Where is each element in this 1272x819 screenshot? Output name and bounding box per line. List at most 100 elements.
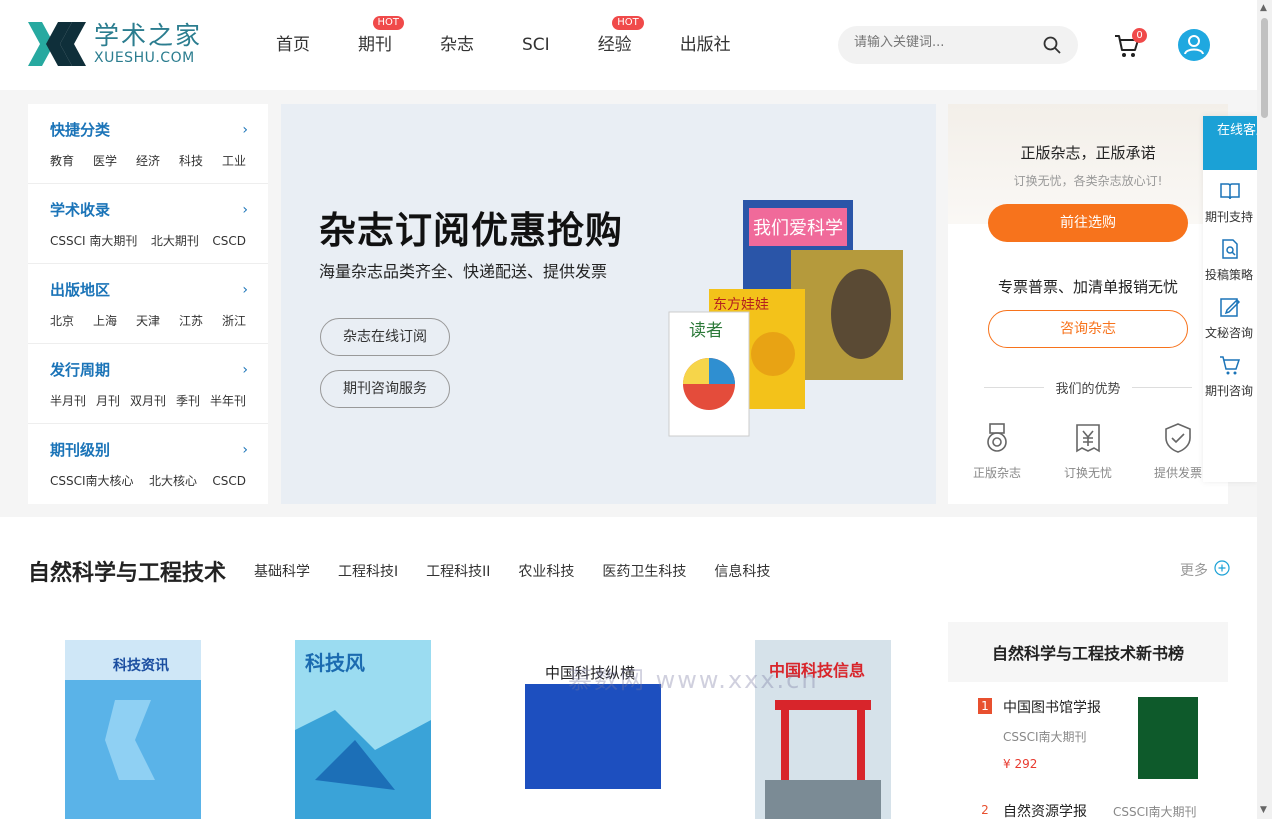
- section-tab[interactable]: 农业科技: [518, 561, 574, 581]
- service-item[interactable]: 投稿策略: [1203, 228, 1257, 286]
- section-tab[interactable]: 医药卫生科技: [602, 561, 686, 581]
- category-group: 快捷分类 › 教育 医学 经济 科技 工业: [28, 104, 268, 184]
- new-books-ranking: 自然科学与工程技术新书榜 1 中国图书馆学报 CSSCI南大期刊 ¥ 292 2…: [948, 622, 1228, 819]
- cart-count-badge: 0: [1132, 28, 1147, 43]
- book-open-icon: [1220, 183, 1240, 200]
- online-service-float[interactable]: 在线客服 期刊支持 投稿策略 文秘咨询 期刊咨询: [1203, 116, 1257, 482]
- journal-consult-button[interactable]: 期刊咨询服务: [320, 370, 450, 408]
- category-title[interactable]: 快捷分类: [50, 120, 246, 140]
- service-item[interactable]: 期刊支持: [1203, 170, 1257, 228]
- rank-journal-name[interactable]: 中国图书馆学报: [1003, 697, 1101, 717]
- nav-label: 杂志: [440, 35, 474, 55]
- logo-en-text: XUESHU.COM: [94, 50, 195, 66]
- chevron-right-icon[interactable]: ›: [242, 362, 248, 378]
- chevron-right-icon[interactable]: ›: [242, 442, 248, 458]
- shield-check-icon: [1165, 423, 1191, 453]
- category-link[interactable]: 江苏: [179, 312, 203, 330]
- category-link[interactable]: CSCD: [212, 472, 246, 490]
- more-link[interactable]: 更多: [1180, 560, 1208, 580]
- service-head: 在线客服: [1203, 116, 1257, 170]
- category-link[interactable]: CSCD: [212, 232, 246, 250]
- rank-cover-image[interactable]: [1138, 697, 1198, 779]
- category-link[interactable]: 科技: [179, 152, 203, 170]
- scroll-down-icon[interactable]: ▼: [1260, 805, 1267, 815]
- chevron-right-icon[interactable]: ›: [242, 122, 248, 138]
- category-title[interactable]: 出版地区: [50, 280, 246, 300]
- section-tab[interactable]: 基础科学: [254, 561, 310, 581]
- advantage-item: 订换无忧: [1053, 422, 1123, 481]
- category-link[interactable]: 医学: [93, 152, 117, 170]
- cart-icon: [1220, 356, 1241, 375]
- category-link[interactable]: 双月刊: [130, 392, 166, 410]
- rank-number: 1: [978, 698, 992, 714]
- scroll-thumb[interactable]: [1261, 18, 1268, 118]
- service-item[interactable]: 文秘咨询: [1203, 286, 1257, 344]
- ranking-title: 自然科学与工程技术新书榜: [991, 644, 1184, 663]
- nav-label: 期刊: [358, 35, 392, 55]
- promise-subtitle: 订换无忧，各类杂志放心订!: [1013, 174, 1163, 188]
- search-input[interactable]: [854, 35, 1034, 50]
- category-link[interactable]: 北大核心: [149, 472, 197, 490]
- category-link[interactable]: 教育: [50, 152, 74, 170]
- rank-tag: CSSCI南大期刊: [1113, 805, 1197, 819]
- advantages-title: 我们的优势: [984, 378, 1192, 397]
- scroll-up-icon[interactable]: ▲: [1260, 3, 1267, 13]
- site-header: 学术之家 XUESHU.COM 首页 期刊 HOT 杂志 SCI 经验 HOT 出版…: [0, 0, 1257, 90]
- subscribe-online-button[interactable]: 杂志在线订阅: [320, 318, 450, 356]
- document-search-icon: [1222, 239, 1238, 259]
- category-link[interactable]: 浙江: [222, 312, 246, 330]
- category-link[interactable]: 月刊: [96, 392, 120, 410]
- rank-journal-name[interactable]: 自然资源学报: [1003, 801, 1087, 819]
- category-link[interactable]: 季刊: [176, 392, 200, 410]
- nav-journals[interactable]: 期刊 HOT: [338, 0, 412, 90]
- cover-title: 科技风: [305, 651, 365, 675]
- book-label: 我们爱科学: [753, 218, 843, 239]
- main-nav: 首页 期刊 HOT 杂志 SCI 经验 HOT 出版社: [256, 0, 759, 90]
- category-title[interactable]: 期刊级别: [50, 440, 246, 460]
- nav-experience[interactable]: 经验 HOT: [578, 0, 652, 90]
- category-link[interactable]: 半年刊: [210, 392, 246, 410]
- category-link[interactable]: 工业: [222, 152, 246, 170]
- category-link[interactable]: CSSCI 南大期刊: [50, 232, 137, 250]
- rank-number: 2: [981, 803, 989, 817]
- journal-cover[interactable]: 科技风: [295, 640, 431, 819]
- service-label: 文秘咨询: [1205, 326, 1254, 340]
- consult-magazine-button[interactable]: 咨询杂志: [988, 310, 1188, 348]
- category-link[interactable]: 上海: [93, 312, 117, 330]
- nav-home[interactable]: 首页: [256, 0, 330, 90]
- category-link[interactable]: CSSCI南大核心: [50, 472, 134, 490]
- logo-mark-icon: [28, 22, 86, 66]
- search-icon[interactable]: [1042, 35, 1062, 55]
- category-link[interactable]: 北京: [50, 312, 74, 330]
- yuan-receipt-icon: [1076, 424, 1100, 453]
- user-avatar[interactable]: [1178, 29, 1210, 61]
- rank-price: ¥ 292: [1003, 757, 1038, 771]
- section-tab[interactable]: 工程科技I: [338, 561, 398, 581]
- category-link[interactable]: 北大期刊: [151, 232, 199, 250]
- category-panel: 快捷分类 › 教育 医学 经济 科技 工业 学术收录 › CSSCI 南大期刊 …: [28, 104, 268, 504]
- rank-tag: CSSCI南大期刊: [1003, 730, 1087, 744]
- category-link[interactable]: 半月刊: [50, 392, 86, 410]
- service-label: 投稿策略: [1205, 268, 1254, 282]
- promo-banner[interactable]: 杂志订阅优惠抢购 海量杂志品类齐全、快递配送、提供发票 杂志在线订阅 期刊咨询服…: [281, 104, 936, 504]
- category-link[interactable]: 天津: [136, 312, 160, 330]
- site-logo[interactable]: 学术之家 XUESHU.COM: [28, 22, 202, 66]
- section-tab[interactable]: 工程科技II: [426, 561, 490, 581]
- nav-publishers[interactable]: 出版社: [660, 0, 751, 90]
- chevron-right-icon[interactable]: ›: [242, 202, 248, 218]
- section-tab[interactable]: 信息科技: [714, 561, 770, 581]
- hot-badge: HOT: [612, 16, 644, 30]
- hot-badge: HOT: [372, 16, 404, 30]
- chevron-right-icon[interactable]: ›: [242, 282, 248, 298]
- go-shopping-button[interactable]: 前往选购: [988, 204, 1188, 242]
- search-box: [838, 26, 1078, 64]
- category-title[interactable]: 发行周期: [50, 360, 246, 380]
- nav-sci[interactable]: SCI: [502, 0, 570, 90]
- journal-cover[interactable]: 科技资讯: [65, 640, 201, 819]
- nav-magazines[interactable]: 杂志: [420, 0, 494, 90]
- service-item[interactable]: 期刊咨询: [1203, 344, 1257, 402]
- page-scrollbar[interactable]: ▲ ▼: [1257, 0, 1272, 819]
- category-link[interactable]: 经济: [136, 152, 160, 170]
- plus-circle-icon[interactable]: [1214, 560, 1230, 576]
- category-title[interactable]: 学术收录: [50, 200, 246, 220]
